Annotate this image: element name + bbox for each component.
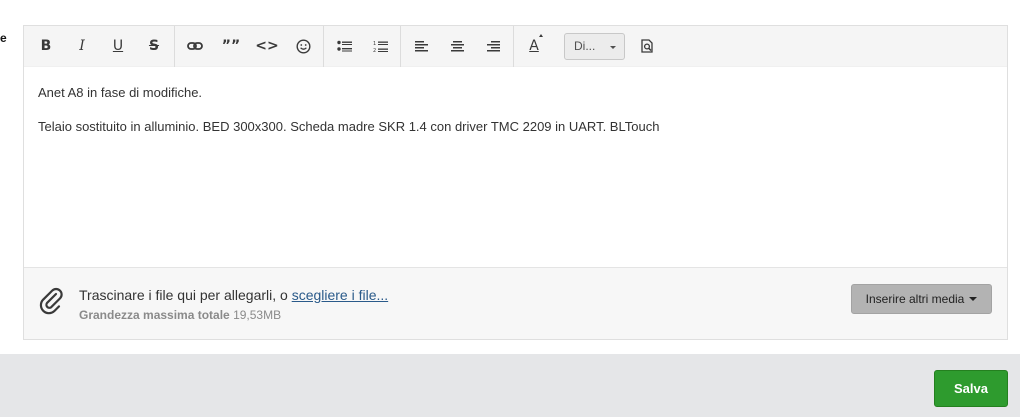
- chevron-down-icon: [539, 33, 543, 37]
- form-label-fragment: e: [0, 31, 7, 45]
- toolbar-group-format: B I U S: [26, 25, 175, 67]
- font-family-value: Di...: [574, 39, 596, 53]
- attachment-instructions: Trascinare i file qui per allegarli, o s…: [79, 287, 389, 303]
- insert-more-media-button[interactable]: Inserire altri media: [851, 284, 992, 314]
- chevron-down-icon: [969, 297, 978, 301]
- bold-button[interactable]: B: [28, 26, 64, 67]
- toolbar-group-align: [401, 25, 514, 67]
- bullet-list-button[interactable]: [326, 26, 362, 67]
- bullet-list-icon: [336, 40, 352, 52]
- svg-text:1: 1: [373, 41, 376, 47]
- align-left-button[interactable]: [403, 26, 439, 67]
- attachment-size-limit: Grandezza massima totale 19,53MB: [79, 308, 282, 322]
- preview-button[interactable]: [629, 26, 665, 67]
- quote-button[interactable]: ””: [213, 26, 249, 67]
- align-right-icon: [486, 40, 500, 51]
- page: e B I U S ”” <> 1 2 A Di... Anet A8 in f…: [0, 0, 1020, 417]
- align-center-icon: [450, 40, 464, 51]
- smiley-icon: [295, 38, 311, 54]
- align-left-icon: [414, 40, 428, 51]
- paperclip-icon: [39, 287, 63, 315]
- toolbar-group-lists: 12: [324, 25, 401, 67]
- text-color-button[interactable]: A: [516, 26, 552, 67]
- align-center-button[interactable]: [439, 26, 475, 67]
- toolbar-group-insert: ”” <>: [175, 25, 324, 67]
- preview-icon: [640, 39, 653, 53]
- choose-files-link[interactable]: scegliere i file...: [292, 287, 388, 303]
- editor-content[interactable]: Anet A8 in fase di modifiche. Telaio sos…: [24, 67, 1007, 267]
- font-family-select[interactable]: Di...: [564, 32, 625, 60]
- save-button[interactable]: Salva: [934, 370, 1008, 407]
- content-paragraph: Anet A8 in fase di modifiche.: [38, 85, 203, 100]
- chevron-down-icon: [610, 45, 616, 49]
- emoji-button[interactable]: [285, 26, 321, 67]
- svg-text:2: 2: [373, 48, 376, 53]
- code-button[interactable]: <>: [249, 26, 285, 67]
- code-icon: <>: [255, 38, 279, 54]
- italic-button[interactable]: I: [64, 26, 100, 67]
- link-icon: [187, 42, 203, 50]
- underline-button[interactable]: U: [100, 26, 136, 67]
- toolbar-group-style: A Di...: [514, 26, 667, 67]
- form-footer: Salva: [0, 354, 1020, 417]
- numbered-list-button[interactable]: 12: [362, 26, 398, 67]
- content-paragraph: Telaio sostituito in alluminio. BED 300x…: [38, 119, 660, 134]
- quote-icon: ””: [221, 38, 241, 54]
- rich-text-editor: B I U S ”” <> 12 A Di... Anet A8 in fase…: [23, 25, 1008, 340]
- text-color-icon: A: [529, 38, 539, 54]
- align-right-button[interactable]: [475, 26, 511, 67]
- link-button[interactable]: [177, 26, 213, 67]
- strikethrough-button[interactable]: S: [136, 26, 172, 67]
- numbered-list-icon: 12: [373, 41, 388, 53]
- editor-toolbar: B I U S ”” <> 12 A Di...: [24, 25, 1007, 67]
- attachment-dropzone[interactable]: Trascinare i file qui per allegarli, o s…: [24, 267, 1007, 339]
